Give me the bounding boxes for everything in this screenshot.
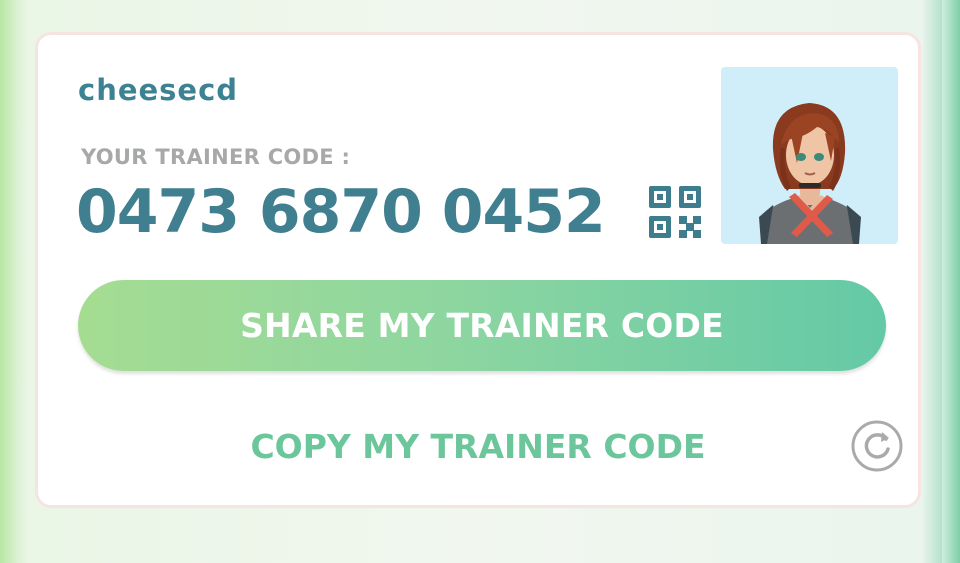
trainer-code-card: cheesecd YOUR TRAINER CODE : 0473 6870 0…	[35, 32, 921, 508]
trainer-code-value: 0473 6870 0452	[76, 177, 606, 247]
trainer-avatar	[721, 67, 898, 244]
trainer-code-label: YOUR TRAINER CODE :	[81, 145, 351, 169]
refresh-icon[interactable]	[851, 420, 903, 472]
qr-code-icon[interactable]	[649, 186, 701, 238]
background-edge-right	[942, 0, 960, 563]
trainer-username: cheesecd	[78, 73, 239, 107]
share-trainer-code-button[interactable]: SHARE MY TRAINER CODE	[78, 280, 886, 371]
background-edge-left	[0, 0, 16, 563]
copy-trainer-code-button[interactable]: COPY MY TRAINER CODE	[38, 427, 918, 466]
